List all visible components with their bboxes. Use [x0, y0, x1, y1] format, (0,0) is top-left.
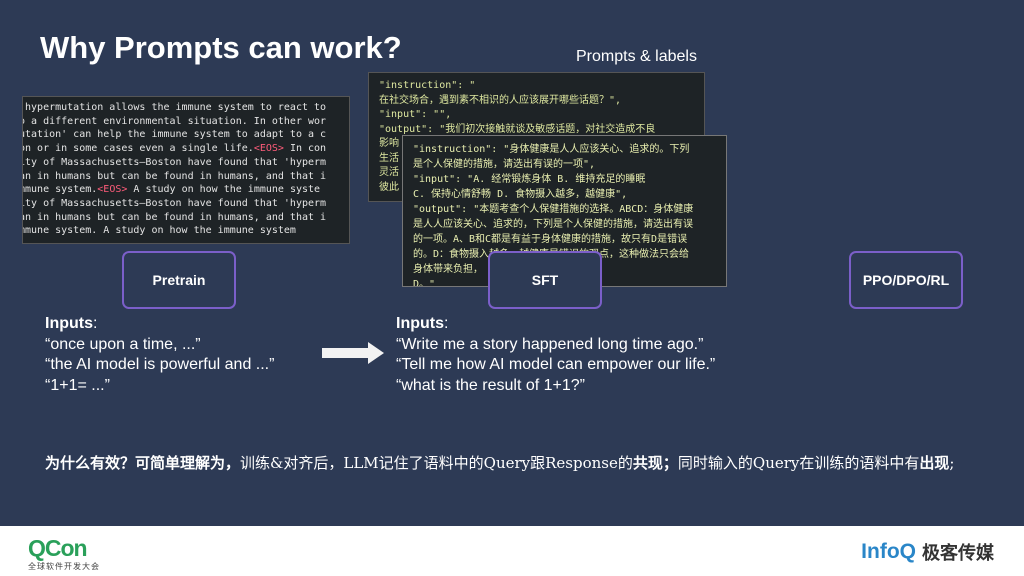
- input-item: “Tell me how AI model can empower our li…: [396, 356, 716, 373]
- code-line: an in humans but can be found in humans,…: [22, 211, 327, 223]
- input-item: “1+1= ...”: [45, 376, 110, 394]
- code-line: mmune system. A study on how the immune …: [22, 225, 296, 237]
- code-line: ity of Massachusetts–Boston have found t…: [22, 197, 327, 209]
- input-item: “what is the result of 1+1?”: [396, 376, 585, 394]
- stage-sft: SFT: [488, 251, 602, 309]
- input-item: “once upon a time, ...”: [45, 335, 201, 353]
- code-line: "instruction": "身体健康是人人应该关心、追求的。下列: [413, 144, 690, 155]
- pretrain-corpus-snippet: hypermutation allows the immune system t…: [22, 96, 350, 244]
- stage-sft-label: SFT: [531, 272, 559, 288]
- code-line: "instruction": ": [379, 80, 476, 91]
- explanation-text: 为什么有效？可简单理解为，训练&对齐后，LLM记住了语料中的Query跟Resp…: [45, 454, 955, 472]
- stage-pretrain: Pretrain: [122, 251, 236, 309]
- code-line: 是人人应该关心、追求的，下列是个人保健的措施，请选出有误: [413, 219, 693, 230]
- code-line: utation' can help the immune system to a…: [22, 129, 327, 141]
- code-line: hypermutation allows the immune system t…: [22, 102, 327, 113]
- stage-pretrain-label: Pretrain: [152, 272, 206, 288]
- inputs-sft-heading: Inputs:: [396, 315, 449, 332]
- code-line: mmune system.<EOS> A study on how the im…: [22, 184, 321, 196]
- code-line: 在社交场合，遇到素不相识的人应该展开哪些话题？",: [379, 94, 622, 106]
- code-line: o a different environmental situation. I…: [22, 115, 327, 127]
- code-line: on or in some cases even a single life.<…: [22, 143, 327, 155]
- code-line: "output": "本题考查个人保健措施的选择。ABCD：身体健康: [413, 204, 694, 215]
- footer-bar: QCon 全球软件开发大会 InfoQ 极客传媒: [0, 526, 1024, 576]
- inputs-sft: Inputs: “Write me a story happened long …: [396, 314, 715, 396]
- right-arrow-icon: [322, 342, 384, 364]
- slide: Why Prompts can work? Prompts & labels h…: [0, 0, 1024, 526]
- input-item: “the AI model is powerful and ...”: [45, 356, 275, 373]
- code-line: "input": "",: [379, 109, 452, 120]
- inputs-pretrain-heading: Inputs:: [45, 315, 98, 332]
- code-line: C. 保持心情舒畅 D. 食物摄入越多，越健康",: [413, 189, 628, 200]
- code-line: ity of Massachusetts–Boston have found t…: [22, 156, 327, 168]
- infoq-logo: InfoQ 极客传媒: [861, 540, 994, 563]
- eos-token: <EOS>: [97, 184, 128, 196]
- stage-rl-label: PPO/DPO/RL: [862, 272, 950, 288]
- code-line: 是个人保健的措施，请选出有误的一项",: [413, 159, 596, 170]
- code-line: 的一项。A、B和C都是有益于身体健康的措施，故只有D是错误: [413, 234, 688, 245]
- eos-token: <EOS>: [253, 143, 284, 155]
- stage-rl: PPO/DPO/RL: [849, 251, 963, 309]
- input-item: “Write me a story happened long time ago…: [396, 335, 704, 353]
- inputs-pretrain: Inputs: “once upon a time, ...” “the AI …: [45, 314, 274, 396]
- code-line: "input": "A. 经常锻炼身体 B. 维持充足的睡眠: [413, 174, 646, 185]
- prompts-labels-caption: Prompts & labels: [576, 48, 697, 65]
- slide-title: Why Prompts can work?: [40, 30, 402, 65]
- qcon-logo: QCon 全球软件开发大会: [28, 535, 100, 571]
- code-line: an in humans but can be found in humans,…: [22, 170, 327, 182]
